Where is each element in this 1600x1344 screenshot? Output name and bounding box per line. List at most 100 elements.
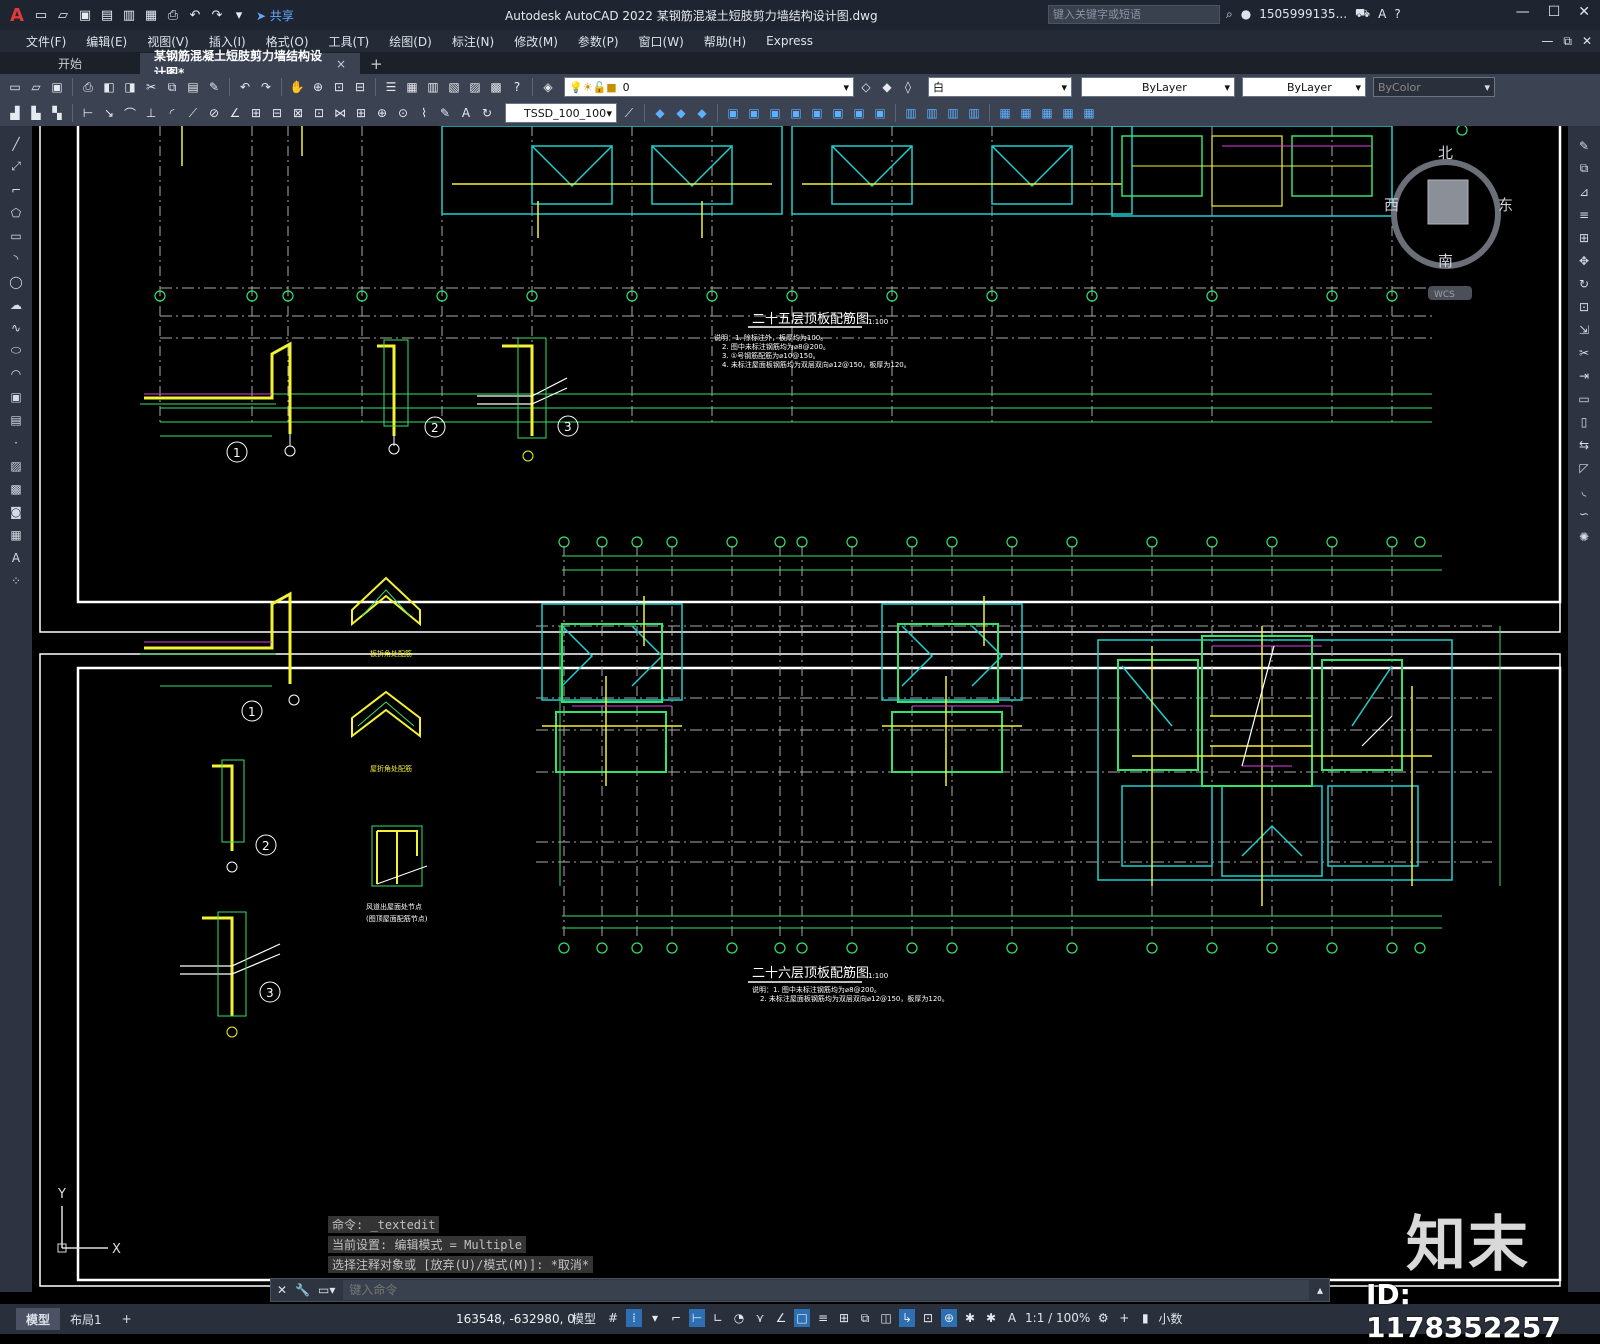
revision-cloud-icon[interactable]: ☁ bbox=[6, 295, 26, 314]
modify-20-icon[interactable]: ▦ bbox=[1080, 104, 1098, 122]
lineweight-icon[interactable]: ≡ bbox=[815, 1309, 831, 1327]
autocad-logo-icon[interactable]: A bbox=[6, 4, 28, 26]
sheet-set-icon[interactable]: ▧ bbox=[445, 78, 463, 96]
modify-4-icon[interactable]: ▣ bbox=[724, 104, 742, 122]
new-file-icon[interactable]: ▭ bbox=[32, 6, 50, 24]
menu-item[interactable]: 文件(F) bbox=[16, 33, 76, 50]
selection-filter-icon[interactable]: ⊡ bbox=[920, 1309, 936, 1327]
rotate-icon[interactable]: ↻ bbox=[1574, 274, 1594, 293]
help-icon[interactable]: ? bbox=[508, 78, 526, 96]
dimtedit-icon[interactable]: A bbox=[457, 104, 475, 122]
lineweight-dropdown[interactable]: ByLayer ▾ bbox=[1242, 77, 1366, 97]
user-name[interactable]: 1505999135... bbox=[1259, 7, 1347, 21]
viewcube[interactable]: 北 南 东 西 WCS bbox=[1384, 144, 1513, 300]
polyline-icon[interactable]: ⌐ bbox=[6, 180, 26, 199]
close-command-icon[interactable]: ✕ bbox=[277, 1283, 287, 1297]
insert-block-icon[interactable]: ▣ bbox=[6, 387, 26, 406]
annotation-monitor-icon[interactable]: + bbox=[1116, 1309, 1132, 1327]
undo-icon[interactable]: ↶ bbox=[186, 6, 204, 24]
publish-icon[interactable]: ◨ bbox=[121, 78, 139, 96]
copy-object-icon[interactable]: ⧉ bbox=[1574, 159, 1594, 178]
viewcube-south[interactable]: 南 bbox=[1438, 252, 1453, 270]
modify-16-icon[interactable]: ▦ bbox=[996, 104, 1014, 122]
menu-item[interactable]: 参数(P) bbox=[568, 33, 629, 50]
modify-18-icon[interactable]: ▦ bbox=[1038, 104, 1056, 122]
layer-match-icon[interactable]: ◊ bbox=[899, 78, 917, 96]
cart-icon[interactable]: ⛟ bbox=[1355, 6, 1370, 22]
modify-2-icon[interactable]: ◆ bbox=[672, 104, 690, 122]
join-icon[interactable]: ⇆ bbox=[1574, 435, 1594, 454]
minimize-icon[interactable]: — bbox=[1516, 4, 1530, 20]
menu-item[interactable]: 工具(T) bbox=[319, 33, 380, 50]
menu-item[interactable]: 窗口(W) bbox=[629, 33, 694, 50]
ellipse-arc-icon[interactable]: ◠ bbox=[6, 364, 26, 383]
print-icon[interactable]: ⎙ bbox=[79, 78, 97, 96]
modify-10-icon[interactable]: ▣ bbox=[850, 104, 868, 122]
dimstyle-dropdown[interactable]: TSSD_100_100 ▾ bbox=[505, 103, 617, 123]
match-properties-icon[interactable]: ✎ bbox=[205, 78, 223, 96]
undo-icon[interactable]: ↶ bbox=[236, 78, 254, 96]
tab-start[interactable]: 开始 bbox=[0, 53, 140, 74]
modify-15-icon[interactable]: ▥ bbox=[965, 104, 983, 122]
drawing-canvas[interactable]: 二十五层顶板配筋图 1:100 说明：1. 除标注外，板厚均为100。 2. 图中… bbox=[32, 126, 1568, 1292]
gizmo-icon[interactable]: ⊕ bbox=[941, 1309, 958, 1327]
quick-dimension-icon[interactable]: ⊞ bbox=[247, 104, 265, 122]
point-icon[interactable]: · bbox=[6, 433, 26, 452]
ortho-icon[interactable]: ∟ bbox=[710, 1309, 726, 1327]
dynamic-ucs-icon[interactable]: ↳ bbox=[899, 1309, 916, 1327]
menu-item[interactable]: 编辑(E) bbox=[76, 33, 137, 50]
offset-icon[interactable]: ≡ bbox=[1574, 205, 1594, 224]
mirror-icon[interactable]: ⊿ bbox=[1574, 182, 1594, 201]
dim-update-icon[interactable]: ↻ bbox=[478, 104, 496, 122]
chamfer-icon[interactable]: ◸ bbox=[1574, 458, 1594, 477]
plot-icon[interactable]: ⎙ bbox=[164, 6, 182, 24]
print-preview-icon[interactable]: ◧ bbox=[100, 78, 118, 96]
rectangle-icon[interactable]: ▭ bbox=[6, 226, 26, 245]
chevron-down-icon[interactable]: ▾ bbox=[647, 1309, 663, 1327]
infer-icon[interactable]: ⌐ bbox=[668, 1309, 684, 1327]
trim-icon[interactable]: ✂ bbox=[1574, 343, 1594, 362]
move-icon[interactable]: ✥ bbox=[1574, 251, 1594, 270]
units-icon[interactable]: ▮ bbox=[1137, 1309, 1153, 1327]
ordinate-icon[interactable]: ⊥ bbox=[142, 104, 160, 122]
radius-icon[interactable]: ◜ bbox=[163, 104, 181, 122]
arc-length-icon[interactable]: ⌒ bbox=[121, 104, 139, 122]
coordinate-readout[interactable]: 163548, -632980, 0 bbox=[456, 1312, 575, 1326]
make-block-icon[interactable]: ▤ bbox=[6, 410, 26, 429]
menu-item[interactable]: 修改(M) bbox=[504, 33, 568, 50]
share-button[interactable]: ➤ 共享 bbox=[256, 7, 294, 24]
modify-7-icon[interactable]: ▣ bbox=[787, 104, 805, 122]
gradient-icon[interactable]: ▩ bbox=[6, 479, 26, 498]
viewcube-face[interactable] bbox=[1427, 179, 1469, 225]
aligned-dimension-icon[interactable]: ↘ bbox=[100, 104, 118, 122]
add-layout-button[interactable]: + bbox=[112, 1308, 142, 1330]
close-icon[interactable]: ✕ bbox=[1578, 4, 1590, 20]
arc-icon[interactable]: ◝ bbox=[6, 249, 26, 268]
blend-icon[interactable]: ∽ bbox=[1574, 504, 1594, 523]
a360-icon[interactable]: A bbox=[1378, 7, 1386, 21]
color-dropdown[interactable]: 白 ▾ bbox=[928, 77, 1072, 97]
maximize-icon[interactable]: ☐ bbox=[1548, 4, 1561, 20]
inspect-icon[interactable]: ⊙ bbox=[394, 104, 412, 122]
modify-3-icon[interactable]: ◆ bbox=[693, 104, 711, 122]
modify-9-icon[interactable]: ▣ bbox=[829, 104, 847, 122]
doc-minimize-icon[interactable]: — bbox=[1541, 34, 1553, 49]
zoom-previous-icon[interactable]: ⊟ bbox=[351, 78, 369, 96]
menu-item[interactable]: 标注(N) bbox=[442, 33, 504, 50]
customize-icon[interactable]: 🔧 bbox=[295, 1283, 310, 1297]
open-icon[interactable]: ▱ bbox=[27, 78, 45, 96]
paste-icon[interactable]: ▤ bbox=[184, 78, 202, 96]
extend-icon[interactable]: ⇥ bbox=[1574, 366, 1594, 385]
line-icon[interactable]: ╱ bbox=[6, 134, 26, 153]
viewcube-west[interactable]: 西 bbox=[1384, 196, 1399, 214]
save-as-icon[interactable]: ▤ bbox=[98, 6, 116, 24]
viewcube-north[interactable]: 北 bbox=[1438, 144, 1453, 162]
center-mark-icon[interactable]: ⊕ bbox=[373, 104, 391, 122]
command-input[interactable] bbox=[343, 1280, 1309, 1300]
new-tab-button[interactable]: + bbox=[360, 53, 393, 74]
polygon-icon[interactable]: ⬠ bbox=[6, 203, 26, 222]
open-folder-icon[interactable]: ▱ bbox=[54, 6, 72, 24]
modify-1-icon[interactable]: ◆ bbox=[651, 104, 669, 122]
copy-icon[interactable]: ⧉ bbox=[163, 78, 181, 96]
layer-previous-icon[interactable]: ◆ bbox=[878, 78, 896, 96]
